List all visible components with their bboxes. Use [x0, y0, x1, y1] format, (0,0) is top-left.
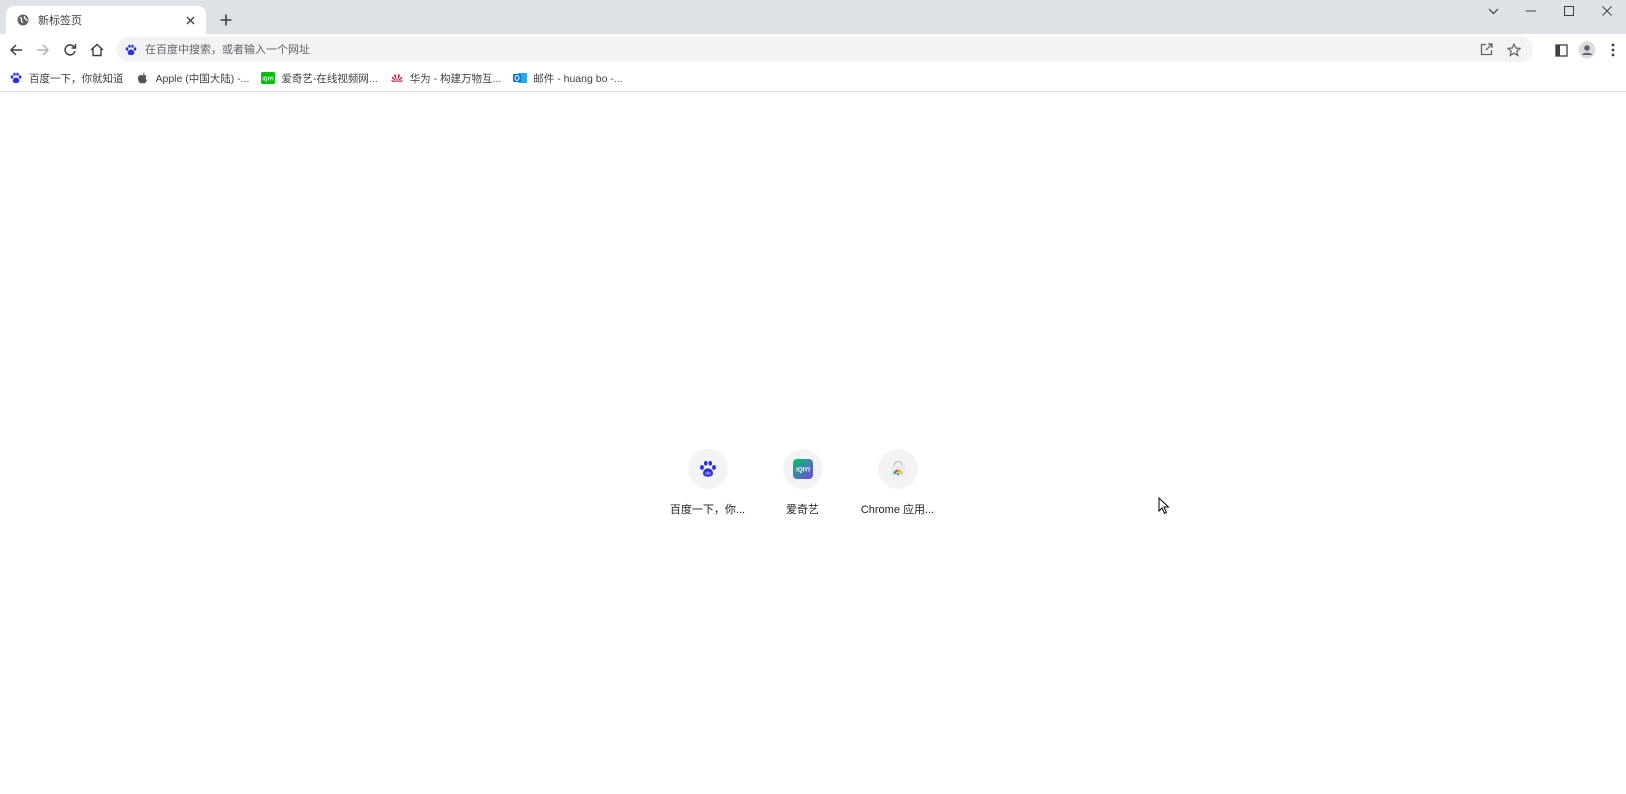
back-button[interactable] [4, 38, 28, 62]
new-tab-button[interactable] [215, 9, 237, 31]
chevron-down-icon [1488, 8, 1498, 14]
shortcuts-grid: du 百度一下，你... iQIYI 爱奇艺 Chrome 应用... [660, 449, 945, 517]
svg-text:du: du [705, 471, 711, 477]
window-controls [1474, 0, 1626, 24]
profile-avatar-icon[interactable] [1574, 38, 1600, 62]
reload-icon [64, 44, 77, 56]
side-panel-icon[interactable] [1548, 38, 1574, 62]
baidu-icon [124, 43, 138, 57]
shortcut-label: 百度一下，你... [669, 504, 746, 516]
bookmark-star-icon[interactable] [1505, 41, 1523, 59]
minimize-icon [1526, 10, 1536, 12]
tab-title: 新标签页 [38, 15, 82, 27]
shortcut-baidu[interactable]: du 百度一下，你... [660, 449, 755, 517]
shortcut-iqiyi[interactable]: iQIYI 爱奇艺 [755, 449, 850, 517]
bookmark-iqiyi[interactable]: iQIYI 爱奇艺-在线视频网... [261, 71, 378, 86]
shortcut-tile: du [687, 449, 728, 489]
baidu-icon: du [699, 460, 716, 477]
address-input[interactable] [145, 43, 1477, 56]
bookmark-huawei[interactable]: 华为 - 构建万物互... [390, 71, 502, 86]
bookmark-label: Apple (中国大陆) -... [155, 72, 250, 85]
arrow-right-icon [37, 44, 50, 56]
forward-button[interactable] [31, 38, 55, 62]
svg-text:iQIYI: iQIYI [796, 468, 810, 474]
share-icon[interactable] [1477, 41, 1495, 59]
baidu-icon [9, 71, 23, 85]
minimize-button[interactable] [1512, 0, 1550, 22]
close-icon [1602, 6, 1612, 16]
shortcut-label: 爱奇艺 [786, 504, 819, 516]
arrow-left-icon [9, 44, 22, 56]
bookmark-baidu[interactable]: 百度一下，你就知道 [9, 71, 124, 86]
close-icon[interactable] [182, 12, 198, 28]
omnibox-actions [1477, 41, 1523, 59]
bookmark-label: 百度一下，你就知道 [29, 72, 124, 85]
reload-button[interactable] [58, 38, 82, 62]
chrome-webstore-icon [890, 460, 905, 477]
iqiyi-icon: iQIYI [792, 459, 813, 479]
omnibox[interactable] [116, 37, 1533, 62]
bookmark-label: 爱奇艺-在线视频网... [281, 72, 378, 85]
bookmark-apple[interactable]: Apple (中国大陆) -... [136, 71, 250, 86]
toolbar [0, 34, 1626, 65]
maximize-button[interactable] [1550, 0, 1588, 22]
apple-icon [136, 71, 150, 85]
shortcut-tile [877, 449, 918, 489]
bookmark-label: 华为 - 构建万物互... [409, 72, 502, 85]
plus-icon [220, 14, 232, 26]
bookmarks-bar: 百度一下，你就知道 Apple (中国大陆) -... iQIYI 爱奇艺-在线… [0, 65, 1626, 92]
kebab-menu-icon[interactable] [1600, 38, 1626, 62]
tab-search-button[interactable] [1474, 0, 1512, 22]
svg-text:iQIYI: iQIYI [263, 76, 275, 82]
toolbar-right [1548, 38, 1626, 62]
iqiyi-icon: iQIYI [261, 71, 276, 85]
home-button[interactable] [85, 38, 109, 62]
close-window-button[interactable] [1588, 0, 1626, 22]
mouse-cursor-icon [1158, 497, 1170, 515]
huawei-icon [390, 71, 404, 85]
browser-window: 新标签页 在百度中搜索，或者输入一个网址 百度一下，你就知道 Apple (中国… [0, 0, 1626, 794]
home-icon [90, 43, 104, 57]
active-tab[interactable]: 新标签页 [6, 6, 206, 34]
globe-icon [16, 13, 30, 27]
bookmark-label: 邮件 - huang bo -... [533, 72, 623, 85]
shortcut-label: Chrome 应用... [860, 504, 935, 516]
maximize-icon [1564, 6, 1574, 16]
tab-strip: 新标签页 [0, 0, 1626, 34]
shortcut-chrome-webstore[interactable]: Chrome 应用... [850, 449, 945, 517]
shortcut-tile: iQIYI [782, 449, 823, 489]
bookmark-outlook[interactable]: 邮件 - huang bo -... [513, 71, 623, 86]
outlook-icon [513, 71, 528, 85]
